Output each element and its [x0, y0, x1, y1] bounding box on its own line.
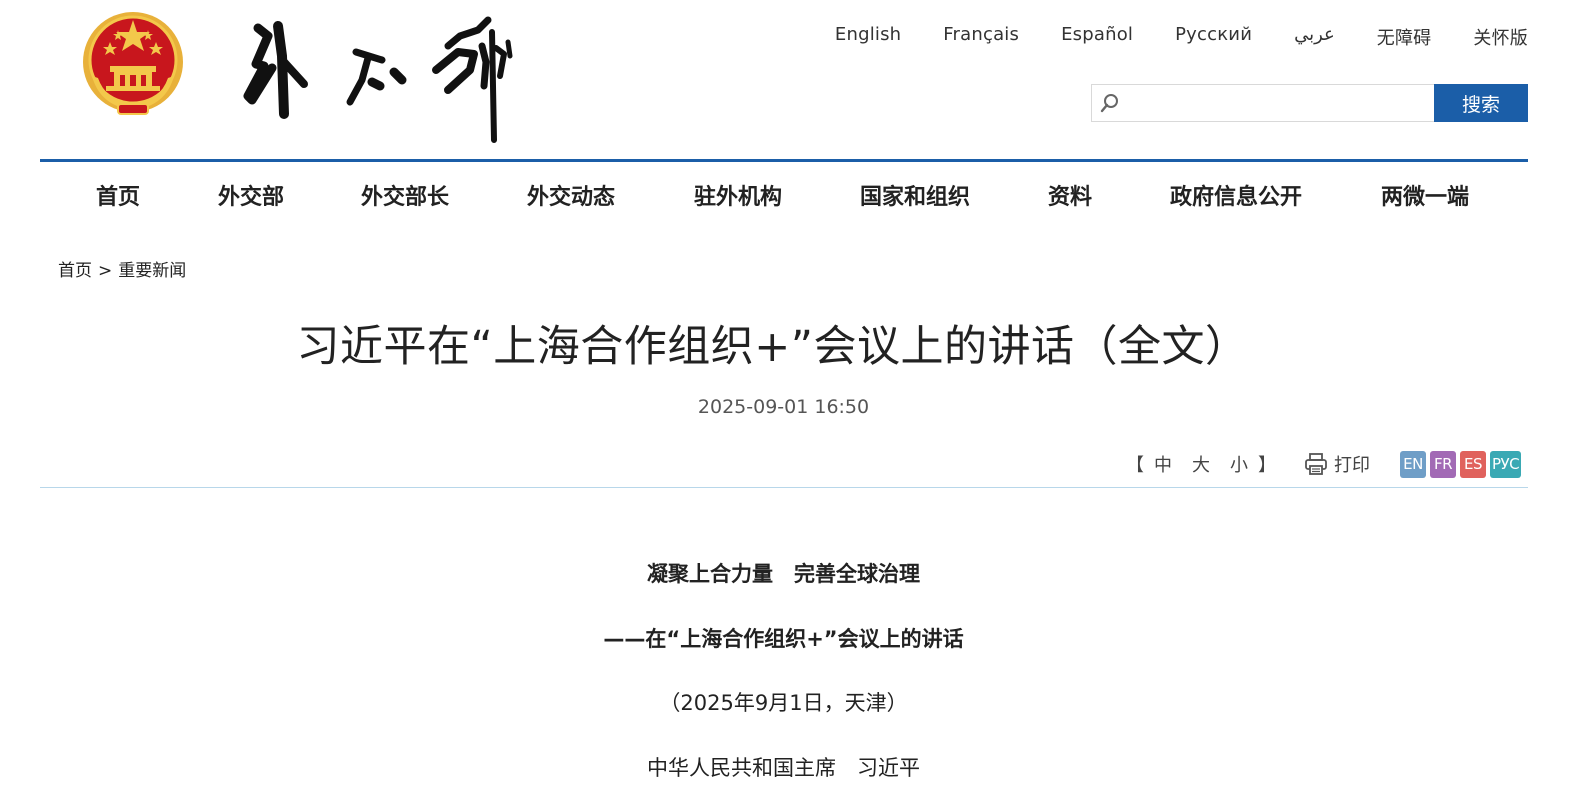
nav-item-foreign-minister[interactable]: 外交部长	[361, 179, 449, 211]
search-button[interactable]: 搜索	[1434, 84, 1528, 122]
printer-icon	[1304, 453, 1328, 475]
badge-french[interactable]: FR	[1430, 450, 1456, 478]
article-date: 2025-09-01 16:50	[697, 396, 870, 418]
print-label: 打印	[1334, 455, 1370, 476]
speech-subtitle: ——在“上海合作组织+”会议上的讲话	[603, 627, 964, 651]
language-switcher: English Français Español Русский عربي 无障…	[793, 24, 1528, 50]
breadcrumb-separator: >	[98, 261, 113, 281]
nav-item-social-media[interactable]: 两微一端	[1381, 179, 1469, 211]
nav-item-home[interactable]: 首页	[96, 179, 140, 211]
badge-english[interactable]: EN	[1400, 450, 1426, 478]
lang-link-english[interactable]: English	[835, 24, 901, 50]
font-size-small[interactable]: 小	[1230, 451, 1248, 477]
main-nav: 首页 外交部 外交部长 外交动态 驻外机构 国家和组织 资料 政府信息公开 两微…	[40, 162, 1528, 226]
badge-spanish[interactable]: ES	[1460, 450, 1486, 478]
lang-link-arabic[interactable]: عربي	[1294, 24, 1335, 50]
nav-item-missions-abroad[interactable]: 驻外机构	[694, 179, 782, 211]
accessibility-link[interactable]: 无障碍	[1377, 24, 1432, 50]
nav-item-gov-info[interactable]: 政府信息公开	[1170, 179, 1302, 211]
search-input[interactable]	[1128, 85, 1434, 121]
nav-item-resources[interactable]: 资料	[1048, 179, 1092, 211]
font-size-switcher: 【 中 大 小 】	[1126, 451, 1276, 477]
article-toolbar: 【 中 大 小 】 打印 EN FR ES РУС	[1126, 450, 1522, 478]
ministry-calligraphy-logo[interactable]	[238, 6, 528, 148]
font-size-medium[interactable]: 中	[1154, 451, 1172, 477]
nav-item-countries-orgs[interactable]: 国家和组织	[860, 179, 970, 211]
search-bar: 搜索	[1091, 84, 1528, 122]
nav-item-diplomatic-news[interactable]: 外交动态	[527, 179, 615, 211]
font-size-bracket-open: 【	[1126, 455, 1144, 476]
breadcrumb-home[interactable]: 首页	[58, 261, 92, 281]
elderly-care-mode-link[interactable]: 关怀版	[1473, 24, 1528, 50]
font-size-bracket-close: 】	[1258, 455, 1276, 476]
speech-speaker: 中华人民共和国主席 习近平	[647, 756, 920, 780]
article-title: 习近平在“上海合作组织+”会议上的讲话（全文）	[296, 322, 1249, 372]
national-emblem-logo[interactable]	[80, 6, 186, 118]
lang-link-spanish[interactable]: Español	[1061, 24, 1133, 50]
font-size-large[interactable]: 大	[1192, 451, 1210, 477]
speech-place-date: （2025年9月1日，天津）	[659, 691, 908, 715]
lang-link-french[interactable]: Français	[943, 24, 1019, 50]
search-icon	[1092, 85, 1128, 121]
article-divider	[40, 487, 1528, 488]
badge-russian[interactable]: РУС	[1490, 450, 1522, 478]
nav-item-ministry[interactable]: 外交部	[218, 179, 284, 211]
site-header: English Français Español Русский عربي 无障…	[0, 0, 1580, 160]
breadcrumb: 首页 > 重要新闻	[58, 256, 186, 281]
lang-link-russian[interactable]: Русский	[1175, 24, 1252, 50]
speech-headline: 凝聚上合力量 完善全球治理	[647, 562, 920, 586]
breadcrumb-current[interactable]: 重要新闻	[118, 261, 186, 281]
translation-badges: EN FR ES РУС	[1400, 450, 1522, 478]
print-button[interactable]: 打印	[1304, 451, 1370, 477]
